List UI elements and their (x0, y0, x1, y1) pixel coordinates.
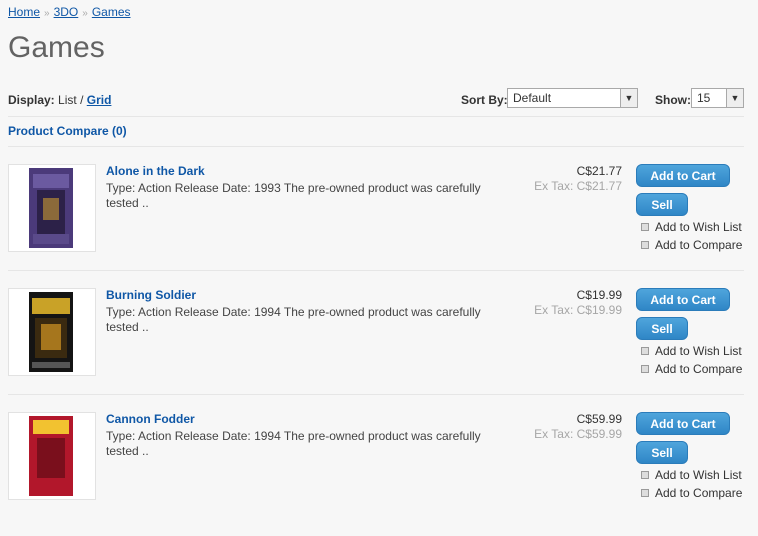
product-ex-tax-price: Ex Tax: C$21.77 (534, 179, 622, 193)
show-count-value: 15 (697, 91, 711, 105)
add-to-compare-link[interactable]: Add to Compare (641, 362, 742, 376)
bullet-icon (641, 240, 649, 249)
add-to-compare-link[interactable]: Add to Compare (641, 238, 742, 252)
bullet-icon (641, 470, 649, 479)
chevron-down-icon: ▼ (726, 89, 743, 107)
add-to-wishlist-link[interactable]: Add to Wish List (641, 468, 742, 482)
page-title: Games (8, 31, 105, 64)
add-to-cart-button[interactable]: Add to Cart (636, 412, 730, 435)
wishlist-label: Add to Wish List (655, 344, 742, 358)
divider (8, 270, 744, 271)
product-thumbnail[interactable] (8, 164, 96, 252)
display-grid-link[interactable]: Grid (87, 93, 112, 107)
divider (8, 394, 744, 395)
breadcrumb-separator: » (44, 8, 50, 19)
product-price: C$19.99 (576, 288, 622, 302)
display-switch: Display: List / Grid (8, 93, 111, 107)
sort-by-value: Default (513, 91, 552, 105)
page-edge (744, 0, 758, 449)
product-description: Type: Action Release Date: 1994 The pre-… (106, 305, 481, 334)
product-name-link[interactable]: Burning Soldier (106, 288, 196, 302)
chevron-down-icon: ▼ (620, 89, 637, 107)
compare-label: Add to Compare (655, 486, 743, 500)
breadcrumb-separator: » (82, 8, 88, 19)
breadcrumb: Home» 3DO» Games (8, 5, 131, 19)
sort-by-select[interactable]: Default ▼ (507, 88, 638, 108)
bullet-icon (641, 488, 649, 497)
sell-button[interactable]: Sell (636, 441, 688, 464)
product-description: Type: Action Release Date: 1994 The pre-… (106, 429, 481, 458)
display-divider: / (80, 93, 84, 107)
product-toolbar: Display: List / Grid Sort By: Default ▼ … (8, 88, 744, 112)
wishlist-label: Add to Wish List (655, 468, 742, 482)
add-to-wishlist-link[interactable]: Add to Wish List (641, 344, 742, 358)
bullet-icon (641, 346, 649, 355)
sell-button[interactable]: Sell (636, 193, 688, 216)
sell-button[interactable]: Sell (636, 317, 688, 340)
add-to-cart-button[interactable]: Add to Cart (636, 288, 730, 311)
product-cover-image (29, 416, 73, 496)
breadcrumb-home[interactable]: Home (8, 5, 40, 19)
product-ex-tax-price: Ex Tax: C$19.99 (534, 303, 622, 317)
product-item: Cannon Fodder Type: Action Release Date:… (8, 412, 744, 536)
product-price: C$21.77 (576, 164, 622, 178)
product-cover-image (29, 168, 73, 248)
divider (8, 146, 744, 147)
product-name-link[interactable]: Cannon Fodder (106, 412, 195, 426)
breadcrumb-games[interactable]: Games (92, 5, 131, 19)
bullet-icon (641, 364, 649, 373)
wishlist-label: Add to Wish List (655, 220, 742, 234)
product-compare-link[interactable]: Product Compare (0) (8, 124, 127, 138)
product-thumbnail[interactable] (8, 412, 96, 500)
display-list: List (58, 93, 77, 107)
product-name-link[interactable]: Alone in the Dark (106, 164, 205, 178)
product-ex-tax-price: Ex Tax: C$59.99 (534, 427, 622, 441)
add-to-cart-button[interactable]: Add to Cart (636, 164, 730, 187)
show-count-select[interactable]: 15 ▼ (691, 88, 744, 108)
compare-label: Add to Compare (655, 238, 743, 252)
add-to-wishlist-link[interactable]: Add to Wish List (641, 220, 742, 234)
display-label: Display: (8, 93, 55, 107)
add-to-compare-link[interactable]: Add to Compare (641, 486, 742, 500)
divider (8, 116, 744, 117)
product-price: C$59.99 (576, 412, 622, 426)
show-label: Show: (655, 93, 691, 107)
bullet-icon (641, 222, 649, 231)
product-description: Type: Action Release Date: 1993 The pre-… (106, 181, 481, 210)
sort-by-label: Sort By: (461, 93, 508, 107)
compare-label: Add to Compare (655, 362, 743, 376)
product-cover-image (29, 292, 73, 372)
product-thumbnail[interactable] (8, 288, 96, 376)
breadcrumb-3do[interactable]: 3DO (54, 5, 79, 19)
